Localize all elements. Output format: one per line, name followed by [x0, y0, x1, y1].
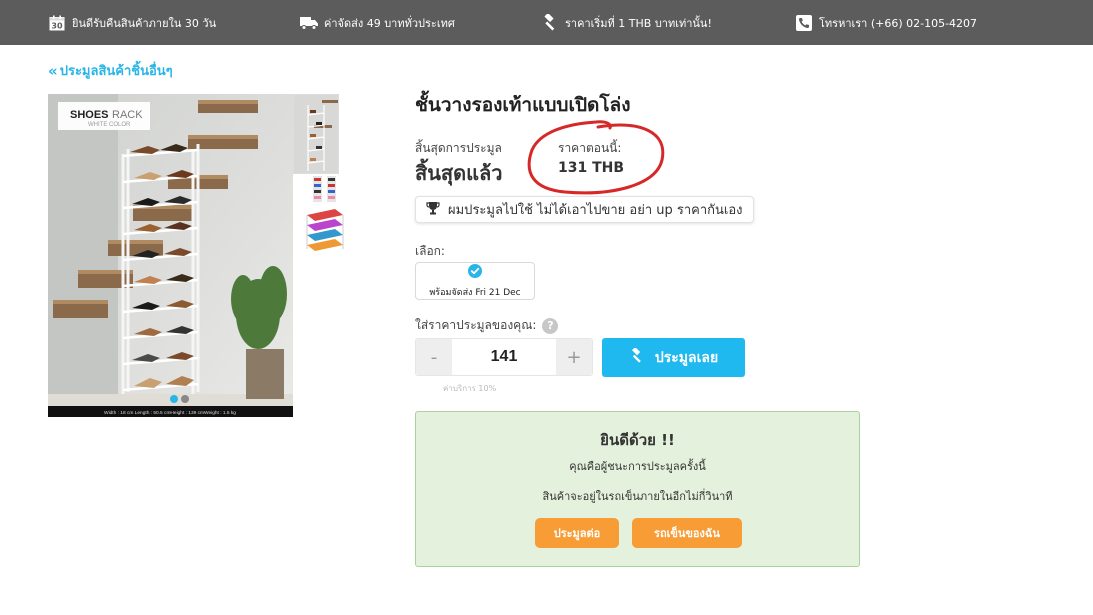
shipping-info: ค่าจัดส่ง 49 บาททั่วประเทศ — [300, 0, 455, 45]
help-icon[interactable]: ? — [542, 317, 559, 334]
winner-title: ยินดีด้วย !! — [600, 431, 675, 449]
returns-label: ยินดีรับคืนสินค้าภายใน 30 วัน — [72, 16, 217, 30]
choose-label: เลือก: — [415, 244, 445, 258]
shipping-label: ค่าจัดส่ง 49 บาททั่วประเทศ — [324, 16, 455, 30]
gavel-icon — [541, 13, 559, 32]
phone-icon — [795, 14, 813, 32]
winner-message-box: ยินดีด้วย !! คุณคือผู้ชนะการประมูลครั้งน… — [415, 411, 860, 567]
thumbnail-3[interactable] — [305, 205, 345, 251]
back-link-label: ประมูลสินค้าชิ้นอื่นๆ — [59, 64, 173, 79]
seller-note: ผมประมูลไปใช้ ไม่ได้เอาไปขาย อย่า up ราค… — [415, 196, 754, 223]
truck-icon — [300, 14, 318, 32]
current-price-value: 131 THB — [558, 160, 625, 176]
place-bid-label: ประมูลเลย — [654, 349, 719, 366]
contact-info[interactable]: โทรหาเรา (+66) 02-105-4207 — [795, 0, 977, 45]
service-fee-note: ค่าบริการ 10% — [443, 384, 497, 393]
seller-note-text: ผมประมูลไปใช้ ไม่ได้เอาไปขาย อย่า up ราค… — [448, 203, 743, 218]
increase-bid-button[interactable]: + — [556, 339, 592, 375]
bid-amount-input[interactable] — [452, 339, 556, 375]
current-price-label: ราคาตอนนี้: — [558, 141, 622, 155]
gavel-icon — [629, 346, 645, 368]
delivery-option[interactable]: พร้อมจัดส่ง Fri 21 Dec — [415, 262, 535, 300]
bid-stepper: - + — [415, 338, 593, 376]
place-bid-button[interactable]: ประมูลเลย — [602, 338, 745, 377]
bid-amount-label: ใส่ราคาประมูลของคุณ: ? — [415, 316, 559, 335]
svg-text:WHITE COLOR: WHITE COLOR — [88, 122, 131, 128]
delivery-option-label: พร้อมจัดส่ง Fri 21 Dec — [429, 288, 521, 298]
decrease-bid-button[interactable]: - — [416, 339, 452, 375]
calendar-icon: 30 — [48, 14, 66, 32]
thumbnail-2[interactable] — [305, 174, 345, 204]
main-product-image[interactable]: SHOES RACK WHITE COLOR Width : 18 cm Len… — [48, 94, 293, 417]
svg-text:SHOES: SHOES — [70, 109, 109, 121]
svg-text:Width : 18 cm Length : 50.5 cm: Width : 18 cm Length : 50.5 cmHeight : 1… — [104, 410, 236, 416]
trophy-icon — [426, 201, 440, 219]
product-title: ชั้นวางรองเท้าแบบเปิดโล่ง — [415, 94, 631, 116]
starting-price-info: ราคาเริ่มที่ 1 THB บาทเท่านั้น! — [541, 0, 712, 45]
my-cart-button[interactable]: รถเข็นของฉัน — [632, 518, 742, 548]
auction-end-label: สิ้นสุดการประมูล — [415, 141, 502, 155]
auction-end-value: สิ้นสุดแล้ว — [415, 161, 503, 185]
contact-label: โทรหาเรา (+66) 02-105-4207 — [819, 16, 978, 30]
winner-message: คุณคือผู้ชนะการประมูลครั้งนี้ — [569, 460, 706, 473]
svg-text:RACK: RACK — [112, 109, 143, 121]
bid-amount-label-text: ใส่ราคาประมูลของคุณ: — [415, 318, 537, 332]
starting-price-label: ราคาเริ่มที่ 1 THB บาทเท่านั้น! — [565, 16, 712, 30]
cart-message: สินค้าจะอยู่ในรถเข็นภายในอีกไม่กี่วินาที — [542, 490, 733, 503]
back-to-other-products-link[interactable]: « ประมูลสินค้าชิ้นอื่นๆ — [48, 60, 173, 81]
check-circle-icon — [468, 263, 482, 282]
top-info-bar: 30 ยินดีรับคืนสินค้าภายใน 30 วัน ค่าจัดส… — [0, 0, 1093, 45]
svg-text:30: 30 — [51, 21, 63, 30]
thumbnail-1[interactable] — [293, 94, 339, 174]
double-chevron-left-icon: « — [48, 61, 58, 80]
returns-info: 30 ยินดีรับคืนสินค้าภายใน 30 วัน — [48, 0, 216, 45]
continue-bidding-button[interactable]: ประมูลต่อ — [535, 518, 619, 548]
